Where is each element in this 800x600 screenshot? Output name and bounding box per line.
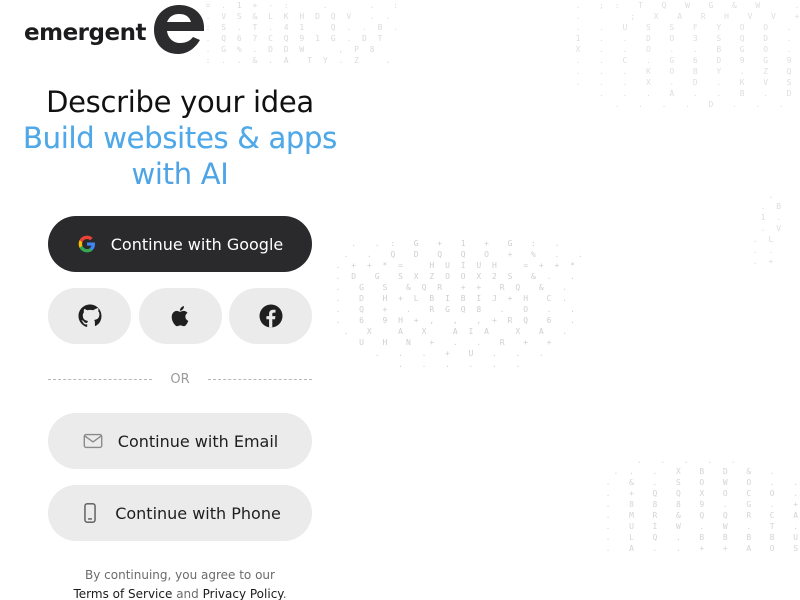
legal-notice: By continuing, you agree to our Terms of… — [0, 566, 360, 600]
continue-with-github-button[interactable] — [48, 288, 131, 344]
ascii-pattern-top-left: = . 1 + - : . . : . V S & L K H D Q V . … — [205, 1, 402, 65]
brand-wordmark: emergent — [24, 20, 146, 46]
terms-of-service-link[interactable]: Terms of Service — [73, 587, 172, 600]
apple-icon — [171, 306, 188, 327]
headline-tagline-suffix: with AI — [131, 157, 229, 191]
continue-with-email-button[interactable]: Continue with Email — [48, 413, 312, 469]
continue-with-apple-button[interactable] — [139, 288, 222, 344]
google-button-label: Continue with Google — [110, 234, 284, 254]
ascii-pattern-right: . . B 1 . . V . L . . . + — [752, 191, 785, 266]
facebook-icon — [259, 304, 282, 328]
continue-with-google-button[interactable]: Continue with Google — [48, 216, 312, 272]
headline-tagline: Build websites & apps — [0, 120, 360, 156]
google-icon — [78, 235, 95, 253]
legal-and: and — [176, 587, 199, 600]
github-icon — [78, 304, 102, 327]
continue-with-phone-button[interactable]: Continue with Phone — [48, 485, 312, 541]
continue-with-facebook-button[interactable] — [229, 288, 312, 344]
envelope-icon — [83, 433, 103, 449]
headline-primary: Describe your idea — [46, 85, 314, 119]
email-button-label: Continue with Email — [117, 431, 279, 451]
divider-label: OR — [170, 371, 190, 387]
or-divider: OR — [48, 369, 313, 389]
emergent-logo-icon — [154, 5, 204, 54]
ascii-pattern-top-right: . ; : T Q W G & W . Q T . ; X A R H V V … — [575, 1, 800, 109]
phone-icon — [84, 503, 96, 523]
divider-line-left — [48, 378, 153, 380]
legal-suffix: . — [282, 587, 287, 600]
legal-prefix: By continuing, you agree to our — [85, 568, 275, 582]
privacy-policy-link[interactable]: Privacy Policy — [203, 587, 283, 600]
login-page: = . 1 + - : . . : . V S & L K H D Q V . … — [0, 0, 800, 600]
ascii-pattern-center: . . : G + 1 + G : . . . Q D Q Q O + % . … — [335, 239, 586, 369]
ascii-pattern-bottom-right: . . . . . . . . X B D & . . & . S O W O … — [605, 456, 800, 553]
phone-button-label: Continue with Phone — [115, 503, 281, 523]
divider-line-right — [207, 378, 313, 380]
